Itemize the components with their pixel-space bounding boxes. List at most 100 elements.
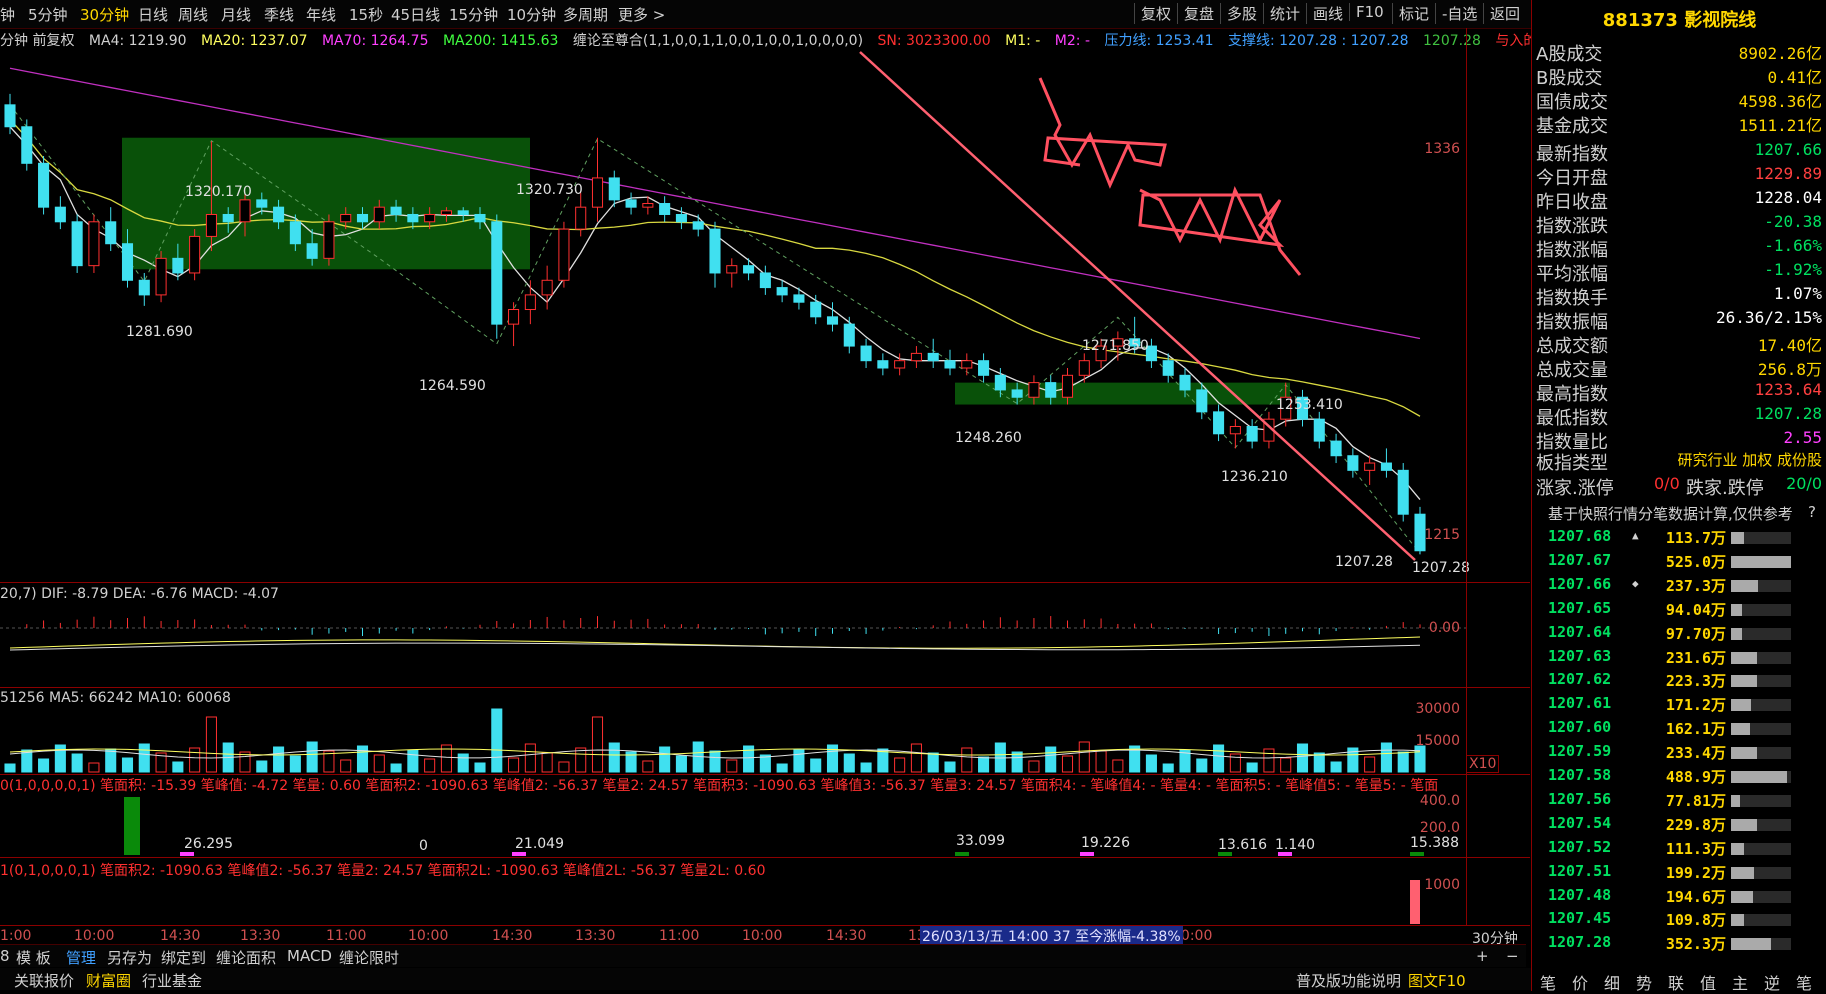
stat-row: B股成交 0.41亿 <box>1536 64 1822 89</box>
tick-price: 1207.63 <box>1548 646 1612 665</box>
tab-industry-fund[interactable]: 行业基金 <box>142 970 202 991</box>
tick-volume-bar <box>1731 771 1791 783</box>
tick-tab[interactable]: 逆 <box>1764 970 1780 994</box>
tick-tab[interactable]: 主 <box>1732 970 1748 994</box>
bi-area-bar <box>955 852 969 856</box>
stat-label: 指数换手 <box>1536 288 1608 309</box>
candle <box>222 213 234 223</box>
candle <box>978 360 990 376</box>
tick-price: 1207.66 <box>1548 574 1612 593</box>
tick-tab[interactable]: 势 <box>1636 970 1652 994</box>
stat-row: 总成交额 17.40亿 <box>1536 332 1822 357</box>
tick-volume-fill <box>1731 699 1751 712</box>
tick-tab[interactable]: 值 <box>1700 970 1716 994</box>
volume-bar <box>205 716 217 773</box>
stat-label: B股成交 <box>1536 68 1603 89</box>
stat-row: 国债成交 4598.36亿 <box>1536 88 1822 113</box>
volume-bar <box>810 758 822 773</box>
volume-bar <box>1330 761 1342 773</box>
price-point-label: 1281.690 <box>126 324 193 340</box>
candle <box>373 206 385 223</box>
tab-save-as[interactable]: 另存为 <box>107 947 152 968</box>
tick-tab[interactable]: 细 <box>1604 970 1620 994</box>
tick-tab[interactable]: 笔 <box>1540 970 1556 994</box>
stat-row: 平均涨幅 -1.92% <box>1536 260 1822 285</box>
volume-bar <box>978 756 990 773</box>
tab-template[interactable]: 模 板 <box>16 947 51 968</box>
tick-volume-fill <box>1731 723 1750 736</box>
tick-tab[interactable]: 联 <box>1668 970 1684 994</box>
candle <box>491 221 503 325</box>
tick-volume-fill <box>1731 938 1772 951</box>
volume-legend: 51256 MA5: 66242 MA10: 60068 <box>0 690 231 706</box>
tick-row: 1207.51 199.2万 <box>1536 862 1822 885</box>
time-tooltip: 26/03/13/五 14:00 37 至今涨幅-4.38% <box>920 926 1183 945</box>
plus-button[interactable]: + <box>1476 947 1489 965</box>
tick-tab[interactable]: 价 <box>1572 970 1588 994</box>
volume-bar <box>642 760 654 773</box>
tick-tab[interactable]: 笔 <box>1796 970 1812 994</box>
tab-manage[interactable]: 管理 <box>66 947 96 968</box>
stat-row: 最新指数 1207.66 <box>1536 140 1822 165</box>
feature-guide-link[interactable]: 普及版功能说明 <box>1296 970 1401 991</box>
tick-volume: 525.0万 <box>1665 552 1726 571</box>
candlestick-chart[interactable]: 1320.170 1281.690 1320.730 1264.590 1271.850… <box>0 0 1530 940</box>
stat-value: -1.92% <box>1764 260 1822 279</box>
stat-value: 1511.21亿 <box>1738 116 1822 135</box>
volume-bar <box>340 759 352 773</box>
tab-bind-to[interactable]: 绑定到 <box>161 947 206 968</box>
candle <box>356 213 369 223</box>
time-tick-label: 11:00 <box>659 928 700 944</box>
stat-row: 基金成交 1511.21亿 <box>1536 112 1822 137</box>
tab-chan-area[interactable]: 缠论面积 <box>216 947 276 968</box>
tab-macd[interactable]: MACD <box>287 947 332 965</box>
candle <box>743 265 755 274</box>
volume-bar <box>105 748 117 773</box>
volume-bar <box>558 761 570 773</box>
index-type-value[interactable]: 研究行业 加权 成份股 <box>1677 449 1822 470</box>
stat-value: 2.55 <box>1783 428 1822 447</box>
tick-note-help[interactable]: ? <box>1808 503 1816 521</box>
ind4-axis-label: 1000 <box>1424 877 1460 893</box>
volume-bar <box>1061 755 1074 773</box>
tab-8[interactable]: 8 <box>0 947 10 965</box>
stat-label: 总成交量 <box>1536 360 1608 381</box>
index-type-label: 板指类型 <box>1536 453 1608 474</box>
bi-value-label: 1.140 <box>1275 837 1316 853</box>
tick-volume: 229.8万 <box>1665 815 1726 834</box>
candle <box>961 360 973 369</box>
tick-price: 1207.56 <box>1548 789 1612 808</box>
minus-button[interactable]: − <box>1506 947 1519 965</box>
tick-row: 1207.64 97.70万 <box>1536 623 1822 646</box>
tick-volume-fill <box>1731 794 1740 807</box>
f10-link[interactable]: 图文F10 <box>1408 970 1466 991</box>
candle <box>105 221 117 245</box>
candle <box>1313 418 1325 442</box>
volume-bar <box>1364 756 1376 773</box>
stat-value: 26.36/2.15% <box>1716 308 1822 327</box>
volume-bar <box>407 749 419 773</box>
volume-bar <box>1397 751 1409 773</box>
candle <box>457 210 469 215</box>
volume-bar <box>1011 751 1023 773</box>
candle <box>407 213 419 223</box>
tick-volume-fill <box>1731 675 1757 688</box>
volume-bar <box>474 762 486 773</box>
annotation-scribble <box>1038 77 1167 189</box>
volume-axis-label: 30000 <box>1415 701 1460 717</box>
tick-volume-bar <box>1731 579 1791 592</box>
candle <box>726 265 738 274</box>
candle <box>1011 389 1023 398</box>
tab-wealth-circle[interactable]: 财富圈 <box>86 970 131 991</box>
volume-bar <box>591 716 604 773</box>
stat-label: 基金成交 <box>1536 116 1608 137</box>
candle <box>424 213 436 223</box>
bi-area-legend: 0(1,0,0,0,0,1) 笔面积: -15.39 笔峰值: -4.72 笔量… <box>0 778 1439 794</box>
bi-area2-legend: 1(0,1,0,0,0,1) 笔面积2: -1090.63 笔峰值2: -56.… <box>0 863 766 879</box>
volume-bar <box>944 761 956 773</box>
tab-chan-limit[interactable]: 缠论限时 <box>339 947 399 968</box>
bi-area-bar <box>180 852 194 856</box>
candle <box>239 199 251 223</box>
tab-related-quotes[interactable]: 关联报价 <box>14 970 74 991</box>
volume-bar <box>675 755 687 773</box>
